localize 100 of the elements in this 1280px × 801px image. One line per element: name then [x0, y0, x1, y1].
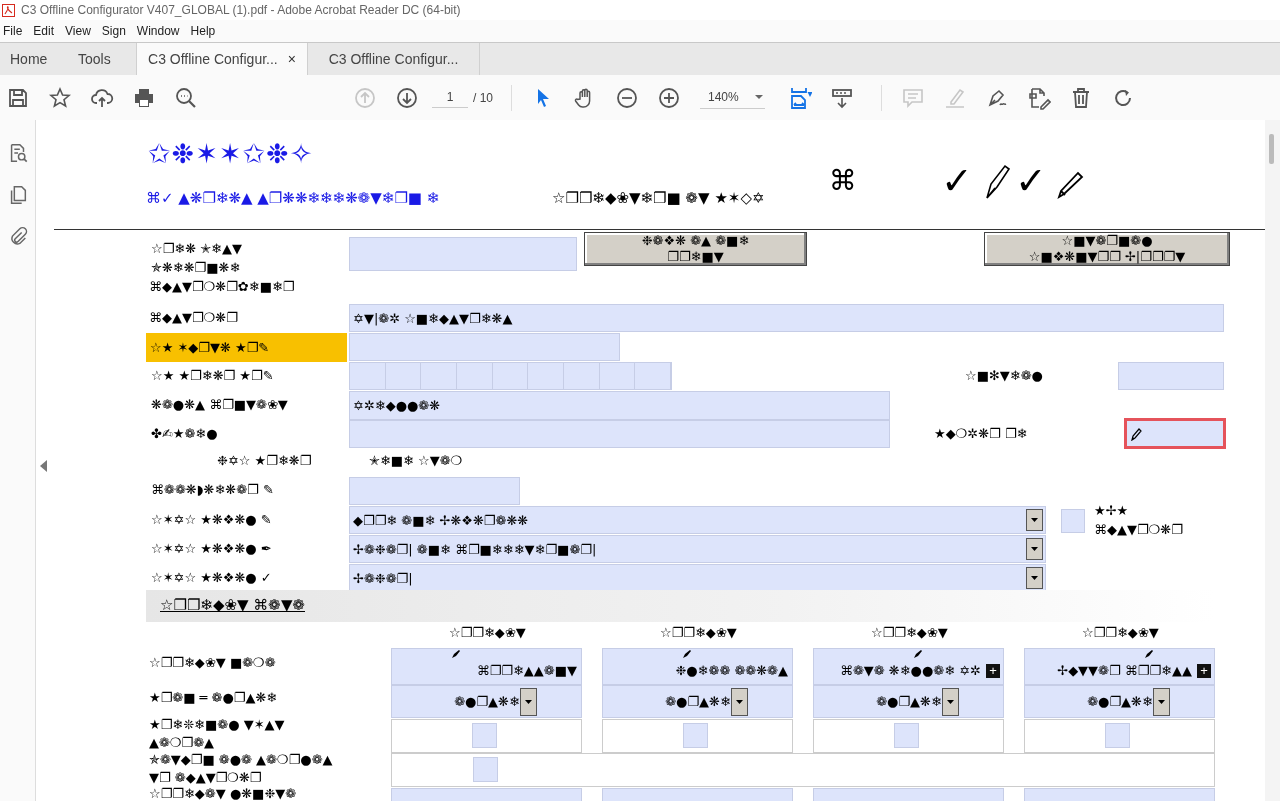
- dropdown[interactable]: ❁●❐▲❋❄: [391, 685, 582, 718]
- menu-item[interactable]: Help: [187, 24, 224, 38]
- form-label: ★✢★: [1094, 503, 1129, 519]
- collapse-icon[interactable]: [40, 460, 48, 472]
- dropdown[interactable]: ◆❐❐❄ ❁■❄ ✢❋❖❋❐❁❋❋: [349, 506, 1046, 534]
- form-button[interactable]: ❉❁❖❋ ❁▲ ❁■❄ ❐❐❄■▼: [584, 232, 807, 266]
- plus-badge[interactable]: +: [1197, 664, 1211, 678]
- menu-item[interactable]: Sign: [98, 24, 134, 38]
- form-label: ☆★ ✶◆❐▼❋ ★❐✎: [146, 333, 347, 362]
- form-label: ☆★ ★❐❄❋❐ ★❐✎: [151, 368, 274, 384]
- column-header: ☆❐❐❄◆❀▼: [871, 625, 948, 641]
- close-icon[interactable]: ×: [287, 51, 296, 67]
- row-label: ★❐❁■ ═ ❁●❐▲❋❄: [149, 690, 278, 706]
- heading: ✩❉✶✶✩❉✧: [148, 138, 314, 169]
- dropdown[interactable]: ❁●❐▲❋❄: [813, 685, 1004, 718]
- pen-icon: [682, 649, 692, 659]
- form-label: ⌘◆▲▼❐❍❋❐✿❄■❄❐: [149, 279, 295, 295]
- checkbox[interactable]: [473, 757, 498, 782]
- form-label: ✤✍★❁❄●: [151, 426, 218, 442]
- page-number-field[interactable]: 1: [432, 87, 468, 108]
- pen-icon: [913, 649, 923, 659]
- product-field[interactable]: ❉●❄❁❁ ❁❁❋❁▲: [602, 648, 793, 685]
- row-label: ▲❁❍❐❁▲: [149, 735, 215, 751]
- pen-icon: [1130, 426, 1142, 441]
- menu-item[interactable]: File: [0, 24, 31, 38]
- form-label: ✭❄■❄ ☆▼❁❍: [369, 453, 463, 469]
- form-label: ⌘◆▲▼❐❍❋❐: [149, 310, 238, 326]
- checkbox[interactable]: [1105, 723, 1130, 748]
- text-field[interactable]: [349, 237, 577, 271]
- pen-icon: [451, 649, 461, 659]
- plus-badge[interactable]: +: [986, 664, 1000, 678]
- product-field[interactable]: ⌘❐❐❄▲▲❁■▼: [391, 648, 582, 685]
- checkbox[interactable]: [472, 723, 497, 748]
- star-icon[interactable]: [48, 85, 72, 110]
- zoom-dropdown[interactable]: 140%: [700, 86, 765, 109]
- caret-icon: [1031, 547, 1038, 551]
- form-label: ☆✶✡☆ ★❋❖❋● ✓: [151, 570, 272, 586]
- checkbox[interactable]: [1061, 509, 1085, 533]
- menu-item[interactable]: Edit: [30, 24, 63, 38]
- dropdown[interactable]: ✢❁❉❁❐| ❁■❄ ⌘❐■❄❄❄▼❄❐■❁❐|: [349, 535, 1046, 563]
- form-label: ❋❁●❋▲ ⌘❐■▼❁❀▼: [151, 397, 288, 413]
- section-title: ☆❐❐❄◆❀▼ ⌘❁▼❁: [160, 596, 305, 614]
- form-label: ★◆❍✲❋❐ ❐❄: [934, 426, 1028, 442]
- form-label: ☆■✻▼❄❁●: [965, 368, 1043, 384]
- pen-icon: [1144, 649, 1154, 659]
- checkbox[interactable]: [894, 723, 919, 748]
- document-edit-icon[interactable]: [1027, 85, 1051, 110]
- row-label: ☆❐❐❄◆❀▼ ■❁❍❁: [149, 655, 276, 671]
- fountain-pen-icon: [983, 164, 1013, 200]
- menu-item[interactable]: Window: [133, 24, 188, 38]
- caret-icon: [1031, 518, 1038, 522]
- arrow-down-icon[interactable]: [395, 85, 419, 110]
- text-field[interactable]: [1124, 418, 1226, 449]
- tab[interactable]: Tools: [68, 43, 136, 75]
- caret-icon: [1031, 576, 1038, 580]
- pencil-icon: [1056, 170, 1086, 200]
- row-label: ★❐❄❊❄■❁● ▼✶▲▼: [149, 717, 285, 733]
- comb-field[interactable]: [349, 362, 672, 390]
- row-label: ▼❐ ❁◆▲▼❐❍❋❐: [149, 770, 262, 786]
- window-title: C3 Offline Configurator V407_GLOBAL (1).pdf - Adobe Acrobat Reader DC (64-bit): [21, 3, 461, 17]
- text-field[interactable]: [349, 420, 890, 448]
- text-field[interactable]: ✡▼|❁✲ ☆■❄◆▲▼❐❄❋▲: [349, 304, 1224, 332]
- form-label: ☆❐❄❋ ✭❄▲▼: [151, 241, 242, 257]
- column-header: ☆❐❐❄◆❀▼: [660, 625, 737, 641]
- caret-icon: [735, 699, 743, 704]
- search-icon[interactable]: [174, 85, 198, 110]
- form-label: ☆✶✡☆ ★❋❖❋● ✎: [151, 512, 272, 528]
- form-label: ✯❋❄❋❐■❋❄: [151, 260, 241, 276]
- caret-icon: [524, 699, 532, 704]
- form-label: ⌘❁❁❋◗❋❄❋❁❐ ✎: [151, 482, 274, 498]
- check-mark: ✓: [941, 162, 973, 200]
- zoom-out-icon[interactable]: [615, 85, 639, 110]
- row-label: ☆❐❐❄◆❁▼ ●❋■❉▼❁: [149, 786, 297, 801]
- form-label: ☆✶✡☆ ★❋❖❋● ✒: [151, 541, 272, 557]
- zoom-in-icon[interactable]: [657, 85, 681, 110]
- caret-icon: [1157, 699, 1165, 704]
- tab[interactable]: Home: [0, 43, 68, 75]
- row-label: ✯❁▼◆❐■ ❁●❁ ▲❁❍❐●❁▲: [149, 752, 333, 768]
- text-field[interactable]: [349, 333, 620, 361]
- dropdown[interactable]: ❁●❐▲❋❄: [602, 685, 793, 718]
- page-count: / 10: [473, 90, 494, 105]
- dropdown[interactable]: ✢❁❉❁❐|: [349, 564, 1046, 592]
- text-field[interactable]: ✡✲❄◆●●❁❋: [349, 391, 890, 420]
- checkbox[interactable]: [683, 723, 708, 748]
- caret-icon: [754, 95, 763, 99]
- text-field[interactable]: [1118, 362, 1224, 390]
- text-field[interactable]: [349, 477, 520, 505]
- tab[interactable]: C3 Offline Configur... ×: [136, 43, 308, 75]
- column-header: ☆❐❐❄◆❀▼: [449, 625, 526, 641]
- dropdown[interactable]: ❁●❐▲❋❄: [1024, 685, 1215, 718]
- scrollbar-thumb[interactable]: [1269, 134, 1274, 164]
- form-button[interactable]: ☆■▼❁❐■❁● ☆■❖❋■▼❐❐ ✢|❐❐❐▼: [984, 232, 1230, 266]
- form-label: ❉✡☆ ★❐❄❋❐: [217, 453, 312, 469]
- caret-icon: [946, 699, 954, 704]
- symbol: ⌘: [829, 164, 857, 197]
- form-label: ⌘◆▲▼❐❍❋❐: [1094, 522, 1183, 538]
- menu-item[interactable]: View: [62, 24, 99, 38]
- fit-page-icon[interactable]: [788, 85, 812, 110]
- caption: ☆❐❐❄◆❀▼❄❐■ ❁▼ ★✶◇✡: [552, 189, 765, 207]
- column-header: ☆❐❐❄◆❀▼: [1082, 625, 1159, 641]
